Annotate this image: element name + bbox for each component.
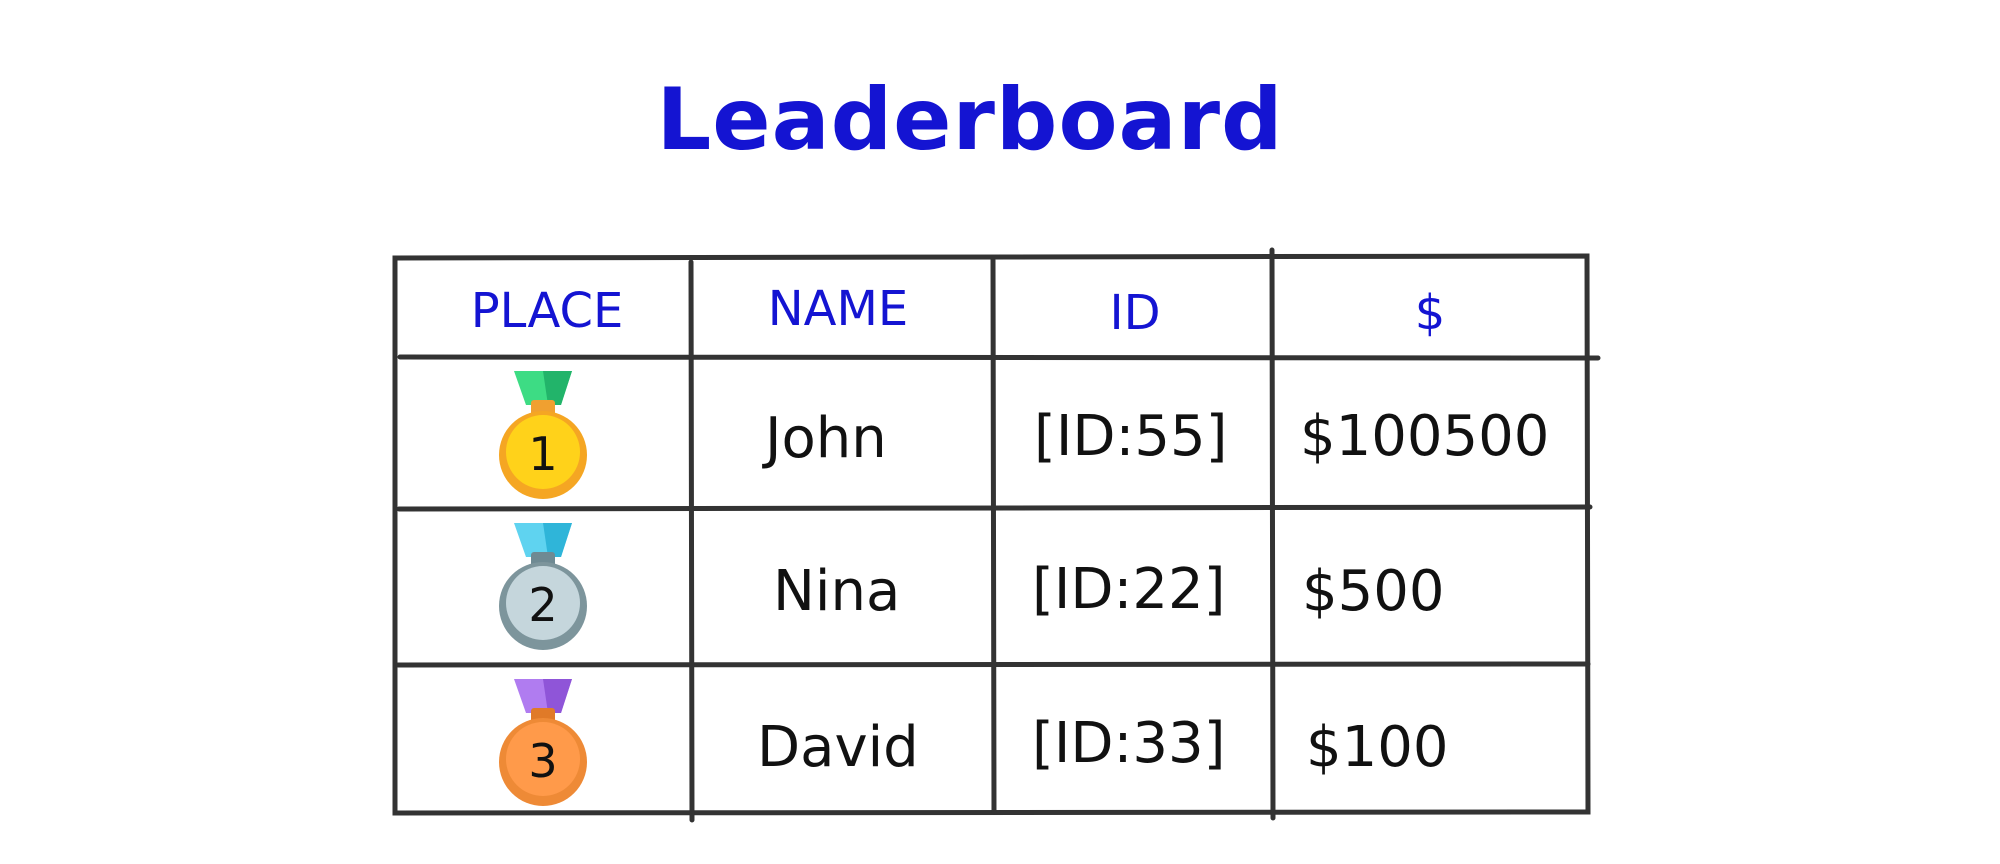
leaderboard-table: PLACE NAME ID $ 1 John [ID:55] $100500 2…	[392, 247, 1601, 823]
player-amount: $100500	[1300, 404, 1549, 469]
column-header-id: ID	[1109, 285, 1160, 341]
table-row: 2 Nina [ID:22] $500	[499, 523, 1445, 650]
player-id: [ID:33]	[1032, 711, 1225, 776]
player-amount: $500	[1302, 559, 1445, 624]
player-name: David	[757, 715, 919, 780]
silver-medal-icon: 2	[499, 523, 587, 650]
place-number: 3	[528, 734, 557, 788]
table-header: PLACE NAME ID $	[471, 281, 1446, 341]
table-row: 1 John [ID:55] $100500	[499, 371, 1549, 499]
column-header-place: PLACE	[471, 283, 624, 339]
column-header-name: NAME	[768, 281, 908, 337]
player-name: John	[762, 406, 887, 471]
player-id: [ID:22]	[1032, 557, 1225, 622]
player-id: [ID:55]	[1034, 404, 1227, 469]
place-number: 1	[528, 427, 557, 481]
bronze-medal-icon: 3	[499, 679, 587, 806]
player-amount: $100	[1306, 715, 1449, 780]
gold-medal-icon: 1	[499, 371, 587, 499]
place-number: 2	[528, 578, 557, 632]
column-header-amount: $	[1415, 285, 1446, 341]
table-row: 3 David [ID:33] $100	[499, 679, 1449, 806]
player-name: Nina	[773, 559, 900, 624]
